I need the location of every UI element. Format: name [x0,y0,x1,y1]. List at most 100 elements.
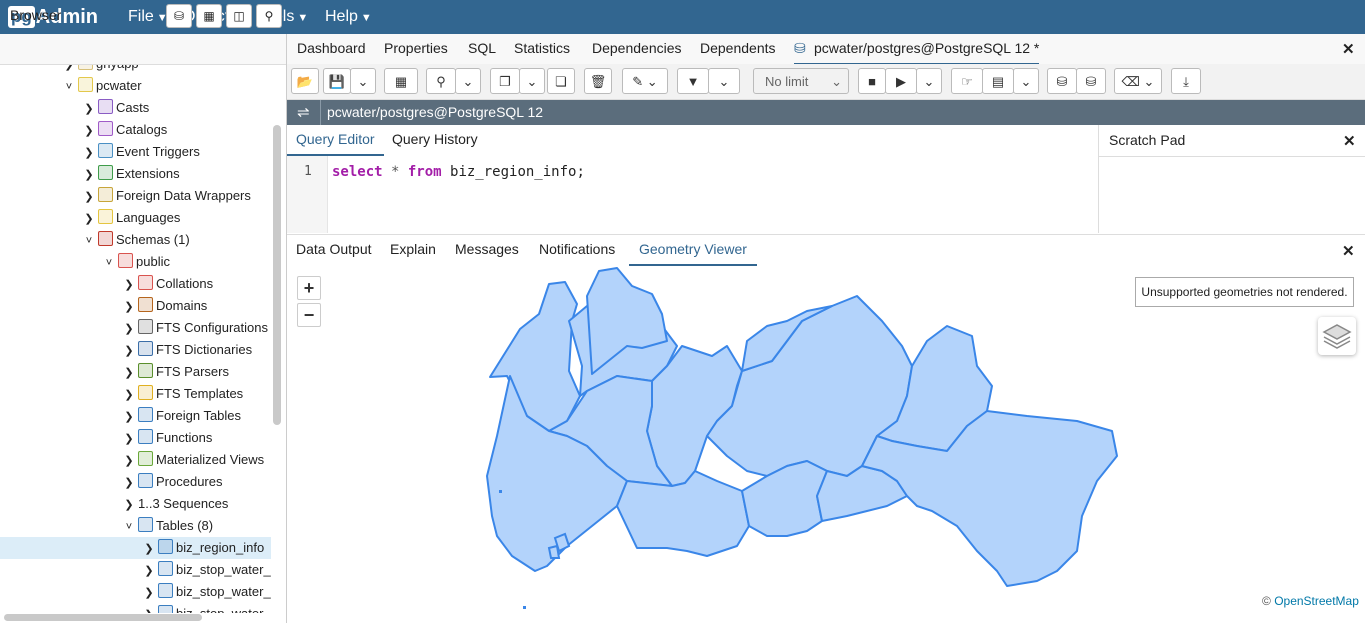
edit-data-icon[interactable]: ▦ [384,68,418,94]
tab-geometry-viewer[interactable]: Geometry Viewer [629,235,757,266]
explain-analyze-icon[interactable]: ▤ [982,68,1014,94]
tree-node[interactable]: ❯ Foreign Data Wrappers [0,185,271,207]
tab-messages[interactable]: Messages [455,235,519,264]
connection-status-icon[interactable]: ⇌ [297,103,310,121]
chevron-down-icon[interactable]: ˅ [62,76,76,98]
chevron-right-icon[interactable]: ❯ [122,494,136,516]
close-output-icon[interactable]: ✕ [1342,242,1355,260]
chevron-right-icon[interactable]: ❯ [122,472,136,494]
tree-node[interactable]: ❯ biz_stop_water_ [0,581,271,603]
tree-node[interactable]: ❯ Functions [0,427,271,449]
copy-dropdown-chevron-icon[interactable]: ⌄ [519,68,545,94]
row-limit-select[interactable]: No limit ⌄ [753,68,849,94]
search-icon[interactable]: ⚲ [256,4,282,28]
scratch-pad-textarea[interactable] [1098,156,1365,233]
close-tab-icon[interactable]: ✕ [1342,40,1355,58]
chevron-right-icon[interactable]: ❯ [82,142,96,164]
chevron-right-icon[interactable]: ❯ [122,274,136,296]
tab-dependents[interactable]: Dependents [700,34,776,63]
open-file-icon[interactable]: 📂 [291,68,319,94]
chevron-right-icon[interactable]: ❯ [142,604,156,613]
tree-node[interactable]: ˅ public [0,251,271,273]
find-dropdown-chevron-icon[interactable]: ⌄ [455,68,481,94]
chevron-right-icon[interactable]: ❯ [122,296,136,318]
database-icon[interactable]: ⛁ [166,4,192,28]
tree-node[interactable]: ˅ Schemas (1) [0,229,271,251]
explain-dropdown-chevron-icon[interactable]: ⌄ [1013,68,1039,94]
chevron-right-icon[interactable]: ❯ [122,406,136,428]
tab-statistics[interactable]: Statistics [514,34,570,63]
execute-dropdown-chevron-icon[interactable]: ⌄ [916,68,942,94]
tree-node[interactable]: ❯ Procedures [0,471,271,493]
tab-data-output[interactable]: Data Output [296,235,372,264]
layers-icon[interactable] [1318,317,1356,355]
stop-icon[interactable]: ■ [858,68,886,94]
menu-file[interactable]: File ▼ [128,0,168,34]
chevron-down-icon[interactable]: ˅ [102,252,116,274]
explain-icon[interactable]: ☞ [951,68,983,94]
execute-icon[interactable]: ▶ [885,68,917,94]
connection-title[interactable]: pcwater/postgres@PostgreSQL 12 [327,104,543,120]
save-dropdown-chevron-icon[interactable]: ⌄ [350,68,376,94]
zoom-out-button[interactable]: − [297,303,321,327]
tree-node[interactable]: ❯ Casts [0,97,271,119]
chevron-right-icon[interactable]: ❯ [142,582,156,604]
tree-node[interactable]: ❯ Materialized Views [0,449,271,471]
tree-node[interactable]: ❯ Catalogs [0,119,271,141]
paste-icon[interactable]: ❏ [547,68,575,94]
tab-sql[interactable]: SQL [468,34,496,63]
tab-query-tool[interactable]: ⛁ pcwater/postgres@PostgreSQL 12 * [794,34,1040,65]
tab-dependencies[interactable]: Dependencies [592,34,682,63]
tree-node[interactable]: ❯ FTS Dictionaries [0,339,271,361]
chevron-right-icon[interactable]: ❯ [122,318,136,340]
rollback-icon[interactable]: ⛁ [1076,68,1106,94]
openstreetmap-link[interactable]: OpenStreetMap [1274,594,1359,608]
tree-node[interactable]: ˅ pcwater [0,75,271,97]
chevron-right-icon[interactable]: ❯ [122,362,136,384]
chevron-right-icon[interactable]: ❯ [122,450,136,472]
tree-node[interactable]: ❯ FTS Configurations [0,317,271,339]
menu-help[interactable]: Help ▼ [325,0,372,34]
tree-node[interactable]: ❯ Event Triggers [0,141,271,163]
chevron-right-icon[interactable]: ❯ [122,384,136,406]
tree-node[interactable]: ˅ Tables (8) [0,515,271,537]
tree-node[interactable]: ❯ Domains [0,295,271,317]
chevron-right-icon[interactable]: ❯ [82,164,96,186]
download-icon[interactable]: ⤓ [1171,68,1201,94]
edit-dropdown-icon[interactable]: ✎ ⌄ [622,68,668,94]
tree-node[interactable]: ❯gnyapp [0,65,271,75]
tab-query-history[interactable]: Query History [392,125,478,154]
tree-node[interactable]: ❯ biz_region_info [0,537,271,559]
horizontal-scrollbar[interactable] [4,614,202,621]
chevron-down-icon[interactable]: ˅ [122,516,136,538]
chevron-right-icon[interactable]: ❯ [142,538,156,560]
filter-table-icon[interactable]: ◫ [226,4,252,28]
tab-notifications[interactable]: Notifications [539,235,615,264]
tree-node[interactable]: ❯ Languages [0,207,271,229]
geometry-map[interactable] [287,266,1365,611]
copy-icon[interactable]: ❐ [490,68,520,94]
chevron-right-icon[interactable]: ❯ [82,98,96,120]
chevron-right-icon[interactable]: ❯ [82,208,96,230]
chevron-right-icon[interactable]: ❯ [82,120,96,142]
tab-dashboard[interactable]: Dashboard [297,34,366,63]
chevron-right-icon[interactable]: ❯ [142,560,156,582]
tree-node[interactable]: ❯ Foreign Tables [0,405,271,427]
zoom-in-button[interactable]: + [297,276,321,300]
find-icon[interactable]: ⚲ [426,68,456,94]
filter-icon[interactable]: ▼ [677,68,709,94]
clear-dropdown-icon[interactable]: ⌫ ⌄ [1114,68,1162,94]
chevron-down-icon[interactable]: ˅ [82,230,96,252]
close-scratch-icon[interactable]: ✕ [1343,132,1356,150]
tree-node[interactable]: ❯ Collations [0,273,271,295]
chevron-right-icon[interactable]: ❯ [82,186,96,208]
delete-icon[interactable]: 🗑 [584,68,612,94]
tab-query-editor[interactable]: Query Editor [287,125,384,156]
tree-node[interactable]: ❯ Extensions [0,163,271,185]
tree-node[interactable]: ❯ FTS Parsers [0,361,271,383]
tab-explain[interactable]: Explain [390,235,436,264]
tree-node[interactable]: ❯ FTS Templates [0,383,271,405]
filter-dropdown-chevron-icon[interactable]: ⌄ [708,68,740,94]
tree-node[interactable]: ❯ 1..3 Sequences [0,493,271,515]
commit-icon[interactable]: ⛁ [1047,68,1077,94]
